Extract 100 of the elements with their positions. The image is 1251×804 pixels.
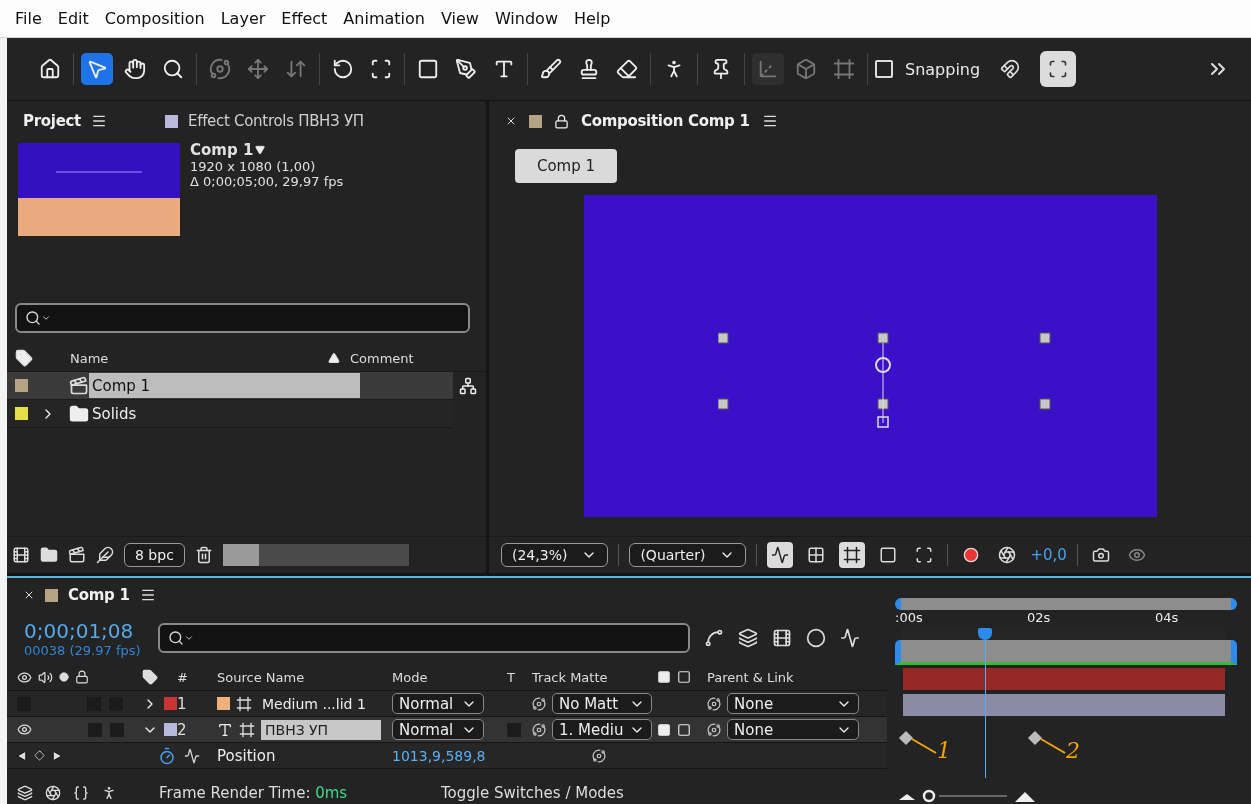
label-icon[interactable] bbox=[15, 349, 33, 367]
column-header[interactable]: Track Matte bbox=[532, 669, 608, 685]
panel-tab[interactable]: Project bbox=[23, 112, 81, 130]
search-field[interactable] bbox=[158, 623, 690, 653]
stopwatch-icon[interactable] bbox=[158, 746, 176, 765]
lock-toggle[interactable] bbox=[110, 722, 124, 737]
caret-icon[interactable] bbox=[255, 145, 266, 155]
parent-dropdown[interactable]: None bbox=[727, 693, 859, 714]
current-timecode[interactable]: 0;00;01;08 bbox=[24, 618, 144, 643]
search-field[interactable] bbox=[15, 303, 470, 333]
layer-row[interactable]: 1 Medium ...lid 1 Normal No Matt None bbox=[7, 691, 887, 717]
item-name: Comp 1 bbox=[89, 373, 360, 398]
column-header[interactable]: Mode bbox=[392, 669, 428, 685]
braces-icon[interactable] bbox=[73, 785, 89, 801]
close-icon[interactable] bbox=[505, 115, 517, 127]
snapping-checkbox[interactable] bbox=[875, 60, 893, 78]
column-header[interactable]: # bbox=[177, 669, 188, 685]
column-header[interactable]: Source Name bbox=[217, 669, 305, 685]
column-header[interactable]: T bbox=[507, 669, 515, 685]
audio-icon[interactable] bbox=[38, 669, 53, 685]
close-icon[interactable] bbox=[23, 589, 35, 601]
panel-tab[interactable]: Composition Comp 1 bbox=[581, 112, 750, 130]
feather-icon[interactable] bbox=[96, 546, 114, 564]
flowchart-icon[interactable] bbox=[459, 377, 477, 395]
frame-number: 00038 (29.97 fps) bbox=[24, 642, 142, 658]
property-name: Position bbox=[217, 746, 276, 765]
new-comp-icon[interactable] bbox=[68, 546, 86, 564]
menu-item[interactable]: Effect bbox=[281, 9, 328, 28]
layer-number: 1 bbox=[177, 694, 187, 713]
column-header[interactable]: Name bbox=[70, 350, 109, 366]
panel-tab[interactable]: Effect Controls ПВНЗ УП bbox=[188, 112, 364, 130]
project-item[interactable]: Comp 1 bbox=[7, 372, 453, 400]
annotation-number: 2 bbox=[1066, 738, 1080, 763]
menu-icon[interactable] bbox=[139, 587, 156, 603]
parent-dropdown[interactable]: None bbox=[727, 719, 859, 740]
layer-name[interactable]: Medium ...lid 1 bbox=[258, 693, 378, 714]
graph-icon[interactable] bbox=[184, 747, 200, 764]
folder-icon[interactable] bbox=[40, 546, 58, 564]
toggle-switches-link[interactable]: Toggle Switches / Modes bbox=[441, 784, 624, 802]
selection-tool-icon[interactable] bbox=[81, 53, 113, 85]
bit-depth-button[interactable]: 8 bpc bbox=[124, 543, 185, 567]
property-value[interactable]: 1013,9,589,8 bbox=[392, 747, 486, 764]
mode-dropdown[interactable]: Normal bbox=[392, 719, 484, 740]
menu-item[interactable]: Composition bbox=[104, 9, 205, 28]
lock-icon[interactable] bbox=[554, 113, 569, 129]
playhead[interactable] bbox=[978, 628, 993, 640]
next-keyframe-icon[interactable] bbox=[52, 750, 62, 761]
column-header[interactable]: Parent & Link bbox=[707, 669, 794, 685]
exposure-value[interactable]: +0,0 bbox=[1030, 546, 1067, 564]
mode-dropdown[interactable]: Normal bbox=[392, 693, 484, 714]
composition-icon bbox=[69, 375, 89, 396]
snap-frame-icon[interactable] bbox=[1040, 51, 1077, 87]
comp-name[interactable]: Comp 1 bbox=[190, 141, 344, 159]
solid-swatch bbox=[217, 697, 230, 710]
ruler-label: 02s bbox=[1027, 610, 1051, 625]
menu-item[interactable]: Layer bbox=[220, 9, 266, 28]
graph-editor-icon[interactable] bbox=[840, 628, 860, 648]
caret-icon bbox=[184, 633, 194, 643]
menu-icon[interactable] bbox=[761, 113, 778, 129]
comp-size: 1920 x 1080 (1,00) bbox=[190, 159, 317, 174]
leader-line bbox=[911, 738, 937, 754]
menu-item[interactable]: Help bbox=[574, 9, 611, 28]
text-layer-icon bbox=[217, 721, 233, 738]
previous-keyframe-icon[interactable] bbox=[17, 750, 27, 761]
sort-icon[interactable] bbox=[328, 352, 340, 364]
layer-row[interactable]: 2 ПВНЗ УП Normal 1. Mediu None bbox=[7, 717, 887, 743]
label-icon[interactable] bbox=[142, 669, 158, 685]
comp-duration: Δ 0;00;05;00, 29,97 fps bbox=[190, 174, 344, 189]
keyframe-icon[interactable] bbox=[33, 749, 46, 762]
caret-icon bbox=[41, 313, 51, 323]
annotation-number: 1 bbox=[937, 738, 951, 763]
lock-icon[interactable] bbox=[75, 670, 89, 684]
figure-icon[interactable] bbox=[101, 785, 117, 801]
layer-name[interactable]: ПВНЗ УП bbox=[261, 719, 381, 740]
eye-icon[interactable] bbox=[17, 669, 32, 685]
item-name: Solids bbox=[91, 403, 138, 425]
menu-item[interactable]: View bbox=[440, 9, 479, 28]
menu-item[interactable]: Edit bbox=[57, 9, 89, 28]
layer-switches-icon[interactable] bbox=[17, 785, 33, 801]
render-time: Frame Render Time: 0ms bbox=[159, 784, 349, 802]
track-matte-dropdown[interactable]: 1. Mediu bbox=[552, 719, 652, 740]
column-header[interactable]: Comment bbox=[350, 350, 414, 366]
panel-tab[interactable]: Comp 1 bbox=[68, 586, 130, 604]
trash-icon[interactable] bbox=[194, 546, 213, 564]
ruler-label: 04s bbox=[1155, 610, 1179, 625]
zoom-dropdown[interactable]: (24,3%) bbox=[501, 543, 609, 567]
resolution-dropdown[interactable]: (Quarter) bbox=[629, 543, 747, 567]
frame-blending-icon[interactable] bbox=[772, 628, 792, 648]
preserve-transparency-toggle[interactable] bbox=[507, 722, 521, 737]
solo-icon[interactable] bbox=[59, 672, 69, 682]
eye-icon[interactable] bbox=[17, 722, 32, 737]
folder-icon bbox=[69, 403, 89, 424]
breadcrumb-button[interactable]: Comp 1 bbox=[515, 149, 617, 183]
menu-item[interactable]: Animation bbox=[343, 9, 425, 28]
solo-toggle[interactable] bbox=[88, 722, 102, 737]
menu-icon[interactable] bbox=[91, 113, 107, 129]
search-icon bbox=[168, 630, 184, 646]
menu-item[interactable]: File bbox=[15, 9, 42, 28]
menu-item[interactable]: Window bbox=[494, 9, 558, 28]
track-matte-dropdown[interactable]: No Matt bbox=[552, 693, 652, 714]
